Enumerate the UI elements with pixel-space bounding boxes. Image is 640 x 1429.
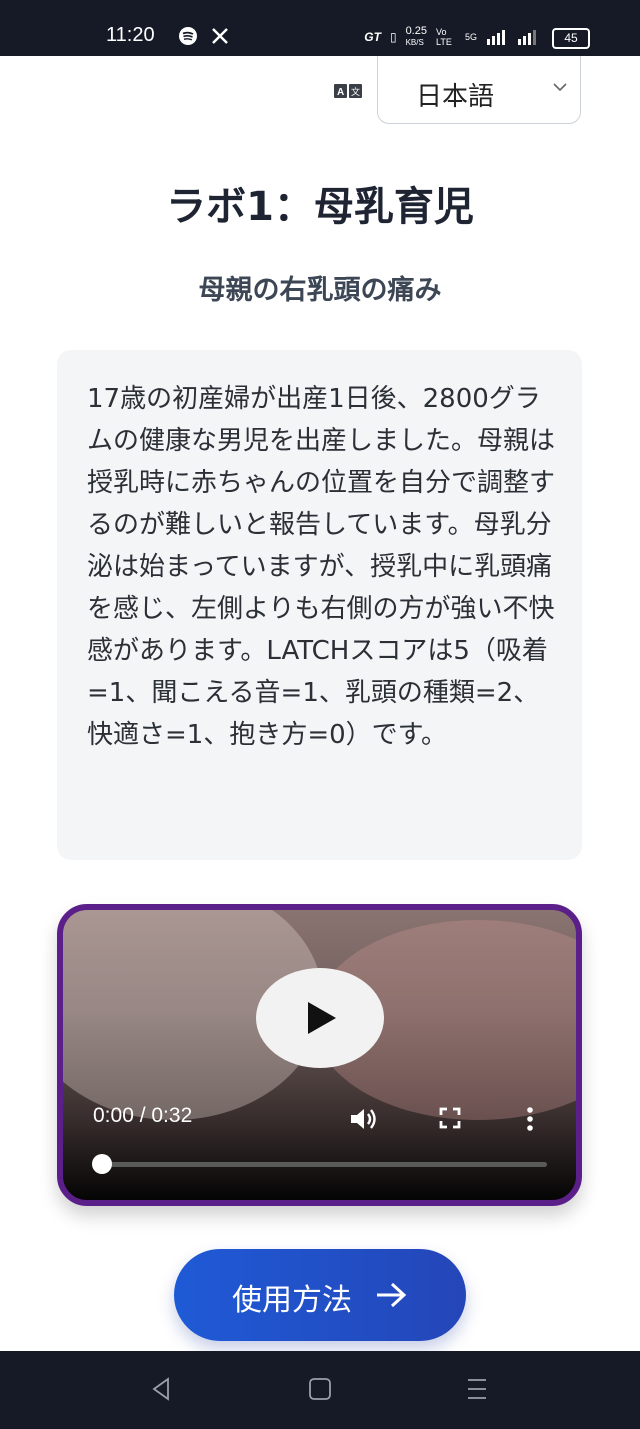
status-time: 11:20 — [106, 24, 155, 46]
video-progress-thumb[interactable] — [92, 1154, 112, 1174]
network-type: 5G — [464, 32, 477, 42]
status-app-icons — [178, 26, 230, 46]
network-speed: 0.25 KB/S — [405, 25, 427, 48]
fullscreen-icon[interactable] — [438, 1106, 462, 1130]
volte-icon: Vo LTE — [435, 27, 452, 47]
status-bar: 11:20 GT ▯ 0.25 KB/S Vo LTE 5G 45 — [0, 0, 640, 56]
svg-text:文: 文 — [351, 86, 360, 98]
page-content: A 文 日本語 ラボ1：母乳育児 母親の右乳頭の痛み 17歳の初産婦が出産1日後… — [0, 56, 640, 1351]
how-to-use-button[interactable]: 使用方法 — [174, 1249, 466, 1341]
play-button[interactable] — [256, 968, 384, 1068]
signal-icon-2 — [518, 30, 536, 45]
system-nav-bar — [0, 1351, 640, 1429]
video-time-display: 0:00 / 0:32 — [93, 1104, 193, 1127]
volume-icon[interactable] — [349, 1106, 379, 1132]
play-icon — [308, 1002, 336, 1034]
page-title: ラボ1：母乳育児 — [166, 184, 474, 230]
gt-icon: GT — [364, 30, 381, 44]
how-to-use-label: 使用方法 — [232, 1284, 352, 1317]
battery-icon: 45 — [552, 28, 590, 49]
case-description-card: 17歳の初産婦が出産1日後、2800グラムの健康な男児を出産しました。母親は授乳… — [57, 350, 582, 860]
svg-text:A: A — [337, 87, 344, 98]
chevron-down-icon — [553, 83, 567, 92]
signal-icon — [487, 30, 505, 45]
home-icon[interactable] — [308, 1377, 332, 1401]
x-icon — [212, 28, 228, 44]
language-select[interactable]: 日本語 — [377, 56, 581, 124]
case-description-text: 17歳の初産婦が出産1日後、2800グラムの健康な男児を出産しました。母親は授乳… — [87, 384, 556, 750]
translate-icon: A 文 — [334, 84, 362, 98]
more-options-icon[interactable] — [525, 1106, 535, 1132]
page-subtitle: 母親の右乳頭の痛み — [198, 275, 442, 306]
vibrate-icon: ▯ — [389, 30, 397, 44]
back-icon[interactable] — [150, 1377, 172, 1401]
language-select-value: 日本語 — [416, 82, 495, 112]
arrow-right-icon — [377, 1282, 407, 1308]
video-player[interactable]: 0:00 / 0:32 — [57, 904, 582, 1206]
recents-menu-icon[interactable] — [466, 1377, 488, 1401]
video-progress-bar[interactable] — [103, 1162, 547, 1167]
spotify-icon — [179, 27, 197, 45]
